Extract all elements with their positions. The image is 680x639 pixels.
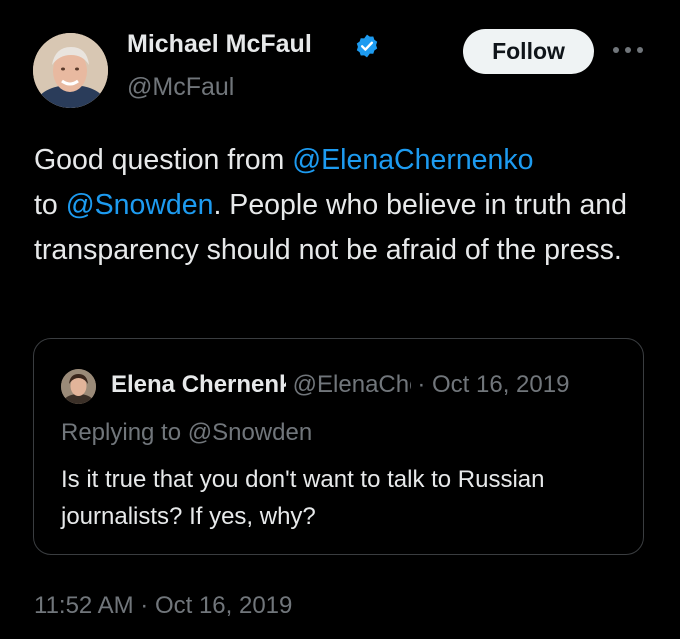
verified-badge-icon [356,34,378,58]
quoted-tweet-header: Elena Chernenko @ElenaChernenko · Oct 16… [111,371,621,399]
tweet-text-part: to [34,189,66,221]
quoted-author-avatar[interactable] [61,369,96,404]
mention-link[interactable]: @Snowden [66,189,214,221]
follow-button[interactable]: Follow [463,29,594,74]
mention-link[interactable]: @ElenaChernenko [292,144,533,176]
quoted-tweet-text: Is it true that you don't want to talk t… [61,466,545,530]
tweet-timestamp[interactable]: 11:52 AM · Oct 16, 2019 [34,592,292,620]
tweet-text-part: Good question from [34,144,293,176]
separator-dot: · [417,371,426,398]
quoted-author-handle[interactable]: @ElenaChernenko [293,371,411,399]
tweet-text: Good question from @ElenaChernenko to @Sn… [34,138,654,273]
more-horizontal-icon[interactable] [611,40,645,60]
quoted-tweet-date[interactable]: Oct 16, 2019 [432,371,569,398]
author-avatar[interactable] [33,33,108,108]
author-name[interactable]: Michael McFaul [127,30,312,59]
author-handle[interactable]: @McFaul [127,73,234,102]
replying-to: Replying to @Snowden [61,419,313,446]
quoted-author-name[interactable]: Elena Chernenko [111,371,286,399]
quoted-tweet[interactable]: Elena Chernenko @ElenaChernenko · Oct 16… [33,338,644,555]
